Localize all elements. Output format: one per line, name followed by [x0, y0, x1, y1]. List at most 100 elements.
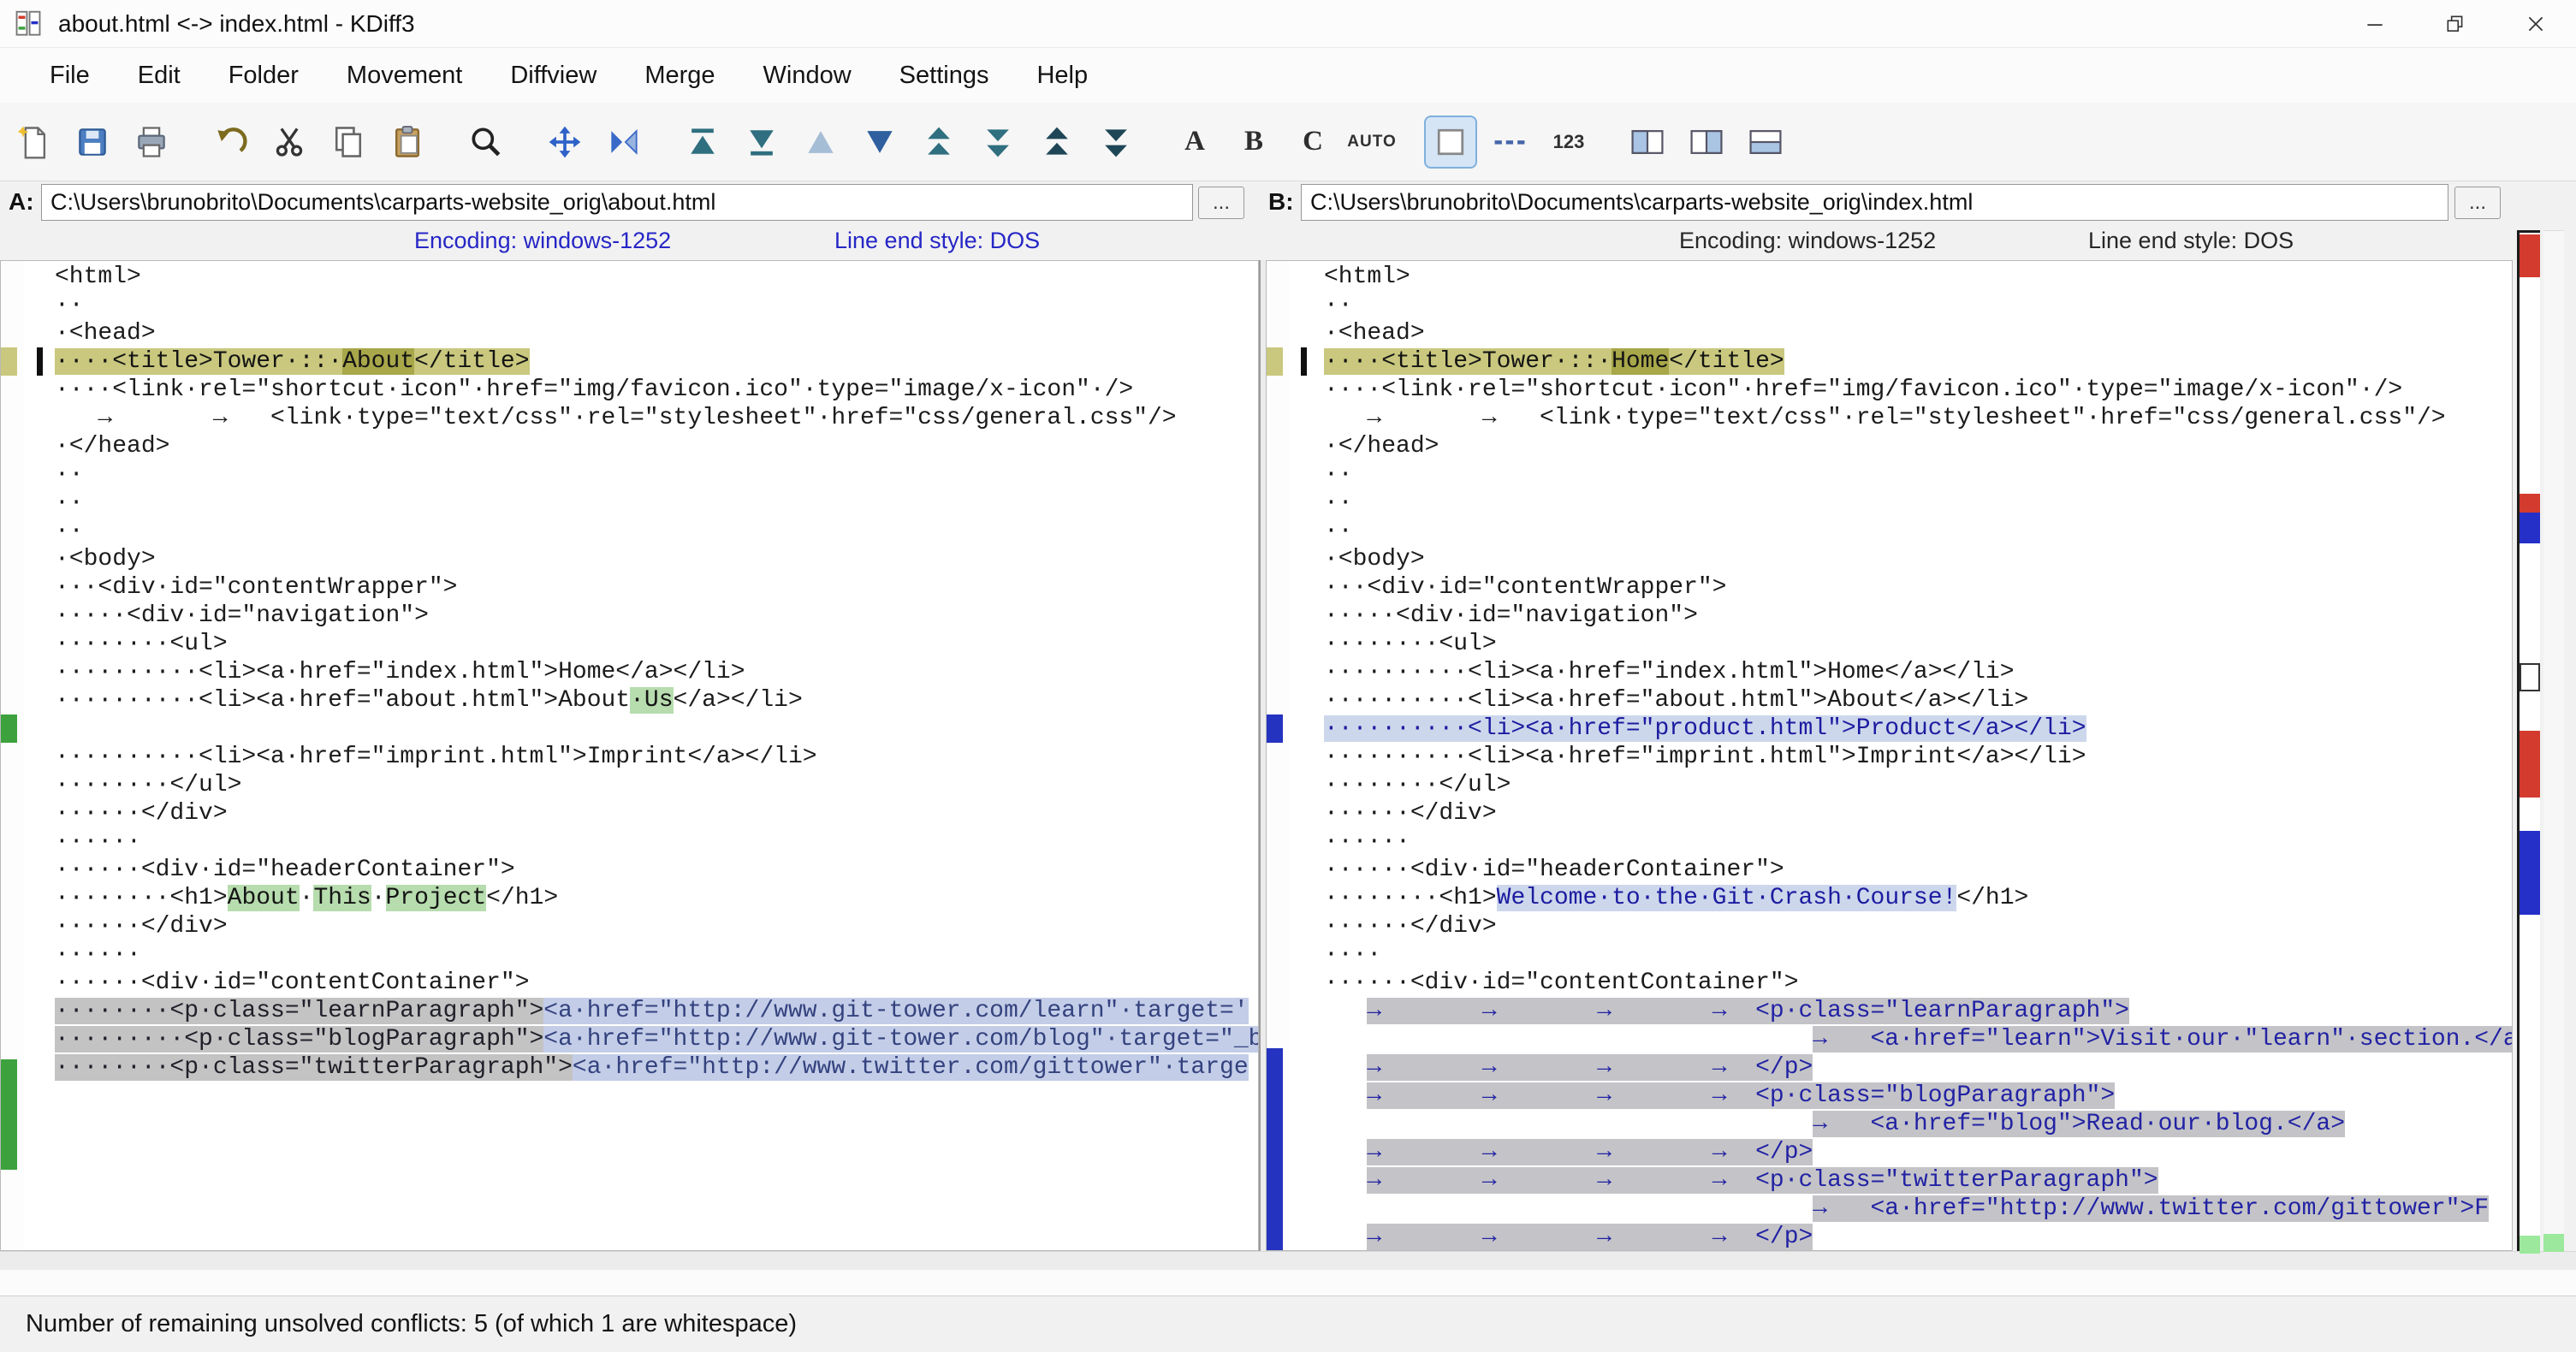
- overview-segment[interactable]: [2520, 731, 2540, 798]
- code-line[interactable]: → <a·href="learn">Visit·our·"learn"·sect…: [1324, 1025, 2513, 1053]
- code-line[interactable]: <html>: [1324, 263, 2513, 291]
- code-line[interactable]: ········<p·class="learnParagraph"><a·hre…: [55, 997, 1259, 1025]
- code-line[interactable]: ·········<p·class="blogParagraph"><a·hre…: [55, 1025, 1259, 1053]
- code-line[interactable]: ·<body>: [55, 545, 1259, 573]
- code-line[interactable]: → <a·href="http://www.twitter.com/gittow…: [1324, 1195, 2513, 1223]
- menu-file[interactable]: File: [26, 53, 114, 98]
- pane-divider[interactable]: [1259, 260, 1266, 1251]
- code-line[interactable]: ········<h1>About·This·Project</h1>: [55, 884, 1259, 912]
- code-line[interactable]: ··: [55, 517, 1259, 545]
- minimize-button[interactable]: [2335, 0, 2415, 47]
- code-line[interactable]: ······: [55, 827, 1259, 856]
- choose-c-button[interactable]: C: [1288, 117, 1338, 167]
- code-line[interactable]: ··: [1324, 489, 2513, 517]
- reload-diff-button[interactable]: [599, 117, 649, 167]
- code-line[interactable]: ······<div·id="contentContainer">: [1324, 969, 2513, 997]
- goto-prev-unsolved-conflict-button[interactable]: [1032, 117, 1082, 167]
- menu-window[interactable]: Window: [739, 53, 875, 98]
- overview-segment[interactable]: [2520, 494, 2540, 513]
- choose-a-button[interactable]: A: [1170, 117, 1220, 167]
- code-line[interactable]: [55, 1223, 1259, 1251]
- code-line[interactable]: → → → → <p·class="blogParagraph">: [1324, 1082, 2513, 1110]
- menu-edit[interactable]: Edit: [114, 53, 205, 98]
- find-button[interactable]: [461, 117, 511, 167]
- code-line[interactable]: ······<div·id="contentContainer">: [55, 969, 1259, 997]
- goto-current-delta-button[interactable]: [540, 117, 590, 167]
- split-view-1-button[interactable]: [1623, 117, 1672, 167]
- code-line[interactable]: ··: [1324, 291, 2513, 319]
- code-line[interactable]: → <a·href="blog">Read·our·blog.</a>: [1324, 1110, 2513, 1138]
- code-line[interactable]: ····<link·rel="shortcut·icon"·href="img/…: [1324, 376, 2513, 404]
- code-line[interactable]: ··········<li><a·href="about.html">About…: [55, 686, 1259, 715]
- code-line[interactable]: ··: [55, 489, 1259, 517]
- cut-button[interactable]: [264, 117, 314, 167]
- code-line[interactable]: ······</div>: [1324, 799, 2513, 827]
- overview-segment[interactable]: [2543, 1234, 2564, 1252]
- split-view-2-button[interactable]: [1682, 117, 1731, 167]
- goto-first-delta-button[interactable]: [678, 117, 727, 167]
- code-line[interactable]: → → <link·type="text/css"·rel="styleshee…: [1324, 404, 2513, 432]
- code-line[interactable]: ·</head>: [55, 432, 1259, 460]
- code-line[interactable]: ······</div>: [55, 912, 1259, 940]
- save-button[interactable]: [68, 117, 117, 167]
- goto-prev-delta-button[interactable]: [796, 117, 846, 167]
- menu-diffview[interactable]: Diffview: [486, 53, 620, 98]
- goto-last-delta-button[interactable]: [737, 117, 786, 167]
- overview-segment[interactable]: [2520, 1236, 2540, 1254]
- code-line[interactable]: → → → → </p>: [1324, 1138, 2513, 1166]
- app-icon[interactable]: [12, 8, 45, 40]
- diff-overview-secondary[interactable]: [2543, 230, 2564, 1251]
- code-line[interactable]: → → → → </p>: [1324, 1053, 2513, 1082]
- code-line[interactable]: ·<head>: [55, 319, 1259, 347]
- code-line[interactable]: ···<div·id="contentWrapper">: [1324, 573, 2513, 602]
- split-view-3-button[interactable]: [1741, 117, 1790, 167]
- menu-movement[interactable]: Movement: [323, 53, 486, 98]
- code-line[interactable]: [55, 1082, 1259, 1110]
- code-line[interactable]: ····<title>Tower·::·About</title>: [55, 347, 1259, 376]
- code-line[interactable]: [55, 715, 1259, 743]
- code-line[interactable]: ······<div·id="headerContainer">: [55, 856, 1259, 884]
- code-line[interactable]: ·<head>: [1324, 319, 2513, 347]
- code-line[interactable]: ····<link·rel="shortcut·icon"·href="img/…: [55, 376, 1259, 404]
- code-line[interactable]: ······</div>: [55, 799, 1259, 827]
- code-line[interactable]: [55, 1166, 1259, 1195]
- code-line[interactable]: → → → → </p>: [1324, 1223, 2513, 1251]
- goto-prev-conflict-button[interactable]: [914, 117, 964, 167]
- new-file-button[interactable]: [9, 117, 58, 167]
- close-button[interactable]: [2496, 0, 2576, 47]
- paste-button[interactable]: [383, 117, 432, 167]
- code-line[interactable]: ········</ul>: [1324, 771, 2513, 799]
- undo-button[interactable]: [205, 117, 255, 167]
- menu-merge[interactable]: Merge: [620, 53, 739, 98]
- code-line[interactable]: → → → → <p·class="learnParagraph">: [1324, 997, 2513, 1025]
- code-line[interactable]: ········</ul>: [55, 771, 1259, 799]
- code-line[interactable]: ····<title>Tower·::·Home</title>: [1324, 347, 2513, 376]
- code-line[interactable]: ···<div·id="contentWrapper">: [55, 573, 1259, 602]
- code-line[interactable]: <html>: [55, 263, 1259, 291]
- code-line[interactable]: ··: [1324, 517, 2513, 545]
- code-line[interactable]: ······: [55, 940, 1259, 969]
- goto-next-unsolved-conflict-button[interactable]: [1091, 117, 1141, 167]
- show-whitespace-characters-button[interactable]: [1426, 117, 1475, 167]
- print-button[interactable]: [127, 117, 176, 167]
- code-line[interactable]: ··········<li><a·href="imprint.html">Imp…: [55, 743, 1259, 771]
- code-line[interactable]: ·····<div·id="navigation">: [55, 602, 1259, 630]
- file-path-a-input[interactable]: [41, 184, 1193, 221]
- code-line[interactable]: ·<body>: [1324, 545, 2513, 573]
- show-line-numbers-button[interactable]: 123: [1544, 117, 1594, 167]
- code-line[interactable]: ········<h1>Welcome·to·the·Git·Crash·Cou…: [1324, 884, 2513, 912]
- menu-folder[interactable]: Folder: [205, 53, 323, 98]
- diff-overview-column[interactable]: [2517, 230, 2540, 1251]
- code-line[interactable]: ······: [1324, 827, 2513, 856]
- code-line[interactable]: ·····<div·id="navigation">: [1324, 602, 2513, 630]
- code-line[interactable]: ··: [55, 460, 1259, 489]
- code-line[interactable]: ··········<li><a·href="index.html">Home<…: [55, 658, 1259, 686]
- menu-settings[interactable]: Settings: [875, 53, 1013, 98]
- code-line[interactable]: ········<ul>: [1324, 630, 2513, 658]
- browse-a-button[interactable]: ...: [1198, 187, 1244, 219]
- code-line[interactable]: ·</head>: [1324, 432, 2513, 460]
- code-line[interactable]: ········<ul>: [55, 630, 1259, 658]
- code-line[interactable]: ····: [1324, 940, 2513, 969]
- code-line[interactable]: [55, 1110, 1259, 1138]
- goto-next-conflict-button[interactable]: [973, 117, 1023, 167]
